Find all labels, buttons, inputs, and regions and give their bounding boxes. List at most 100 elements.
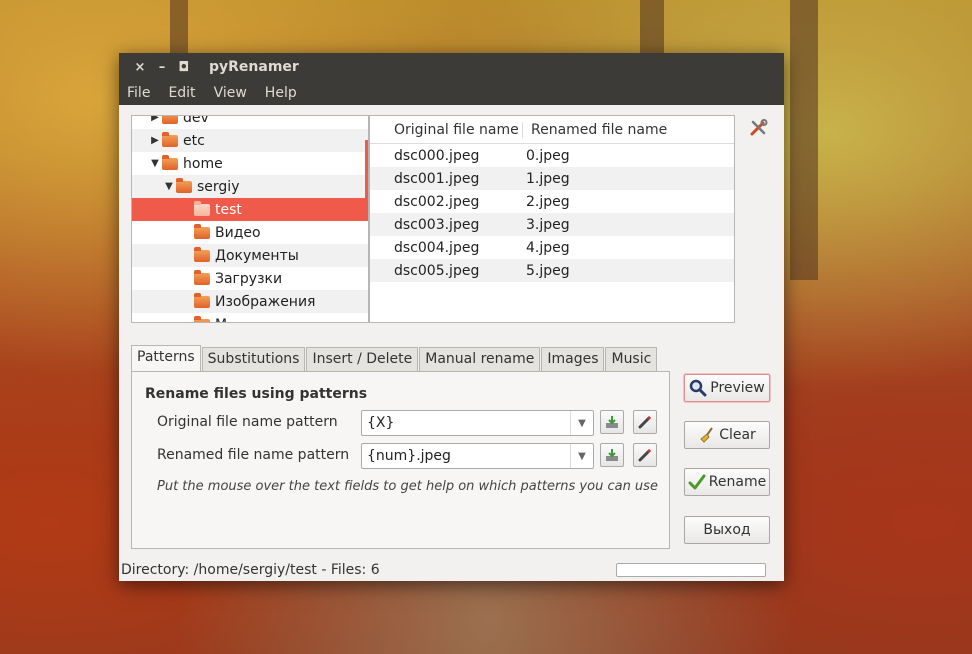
maximize-window-button[interactable]: ◘ — [173, 60, 195, 75]
renamed-name-cell: 3.jpeg — [526, 216, 570, 233]
tab-substitutions[interactable]: Substitutions — [201, 347, 306, 373]
preview-button[interactable]: Preview — [684, 374, 770, 402]
pencil-icon — [638, 415, 652, 429]
tree-item-music[interactable]: М — [132, 313, 368, 323]
edit-pattern-button[interactable] — [633, 410, 657, 434]
tab-music[interactable]: Music — [605, 347, 658, 373]
folder-icon — [194, 200, 210, 216]
tree-item-label: Загрузки — [215, 270, 283, 287]
menu-bar: File Edit View Help — [119, 81, 784, 105]
tree-item-dev[interactable]: ▶ dev — [132, 116, 368, 129]
tree-item-label: Документы — [215, 247, 299, 264]
menu-view[interactable]: View — [205, 85, 256, 101]
tree-item-downloads[interactable]: Загрузки — [132, 267, 368, 290]
table-row[interactable]: dsc004.jpeg 4.jpeg — [370, 236, 734, 259]
folder-icon — [194, 246, 210, 262]
tools-icon[interactable] — [749, 118, 769, 138]
tree-item-label: Изображения — [215, 293, 316, 310]
tree-item-label: etc — [183, 132, 205, 149]
rename-button[interactable]: Rename — [684, 468, 770, 496]
minimize-window-button[interactable]: – — [151, 60, 173, 75]
tree-item-sergiy[interactable]: ▼ sergiy — [132, 175, 368, 198]
title-bar: × – ◘ pyRenamer — [119, 53, 784, 81]
save-icon — [606, 449, 618, 461]
tree-item-home[interactable]: ▼ home — [132, 152, 368, 175]
pencil-icon — [638, 448, 652, 462]
table-row[interactable]: dsc005.jpeg 5.jpeg — [370, 259, 734, 282]
menu-file[interactable]: File — [119, 85, 159, 101]
close-window-button[interactable]: × — [129, 60, 151, 75]
folder-icon — [194, 269, 210, 285]
edit-pattern-button[interactable] — [633, 443, 657, 467]
tree-item-label: М — [215, 317, 227, 323]
save-pattern-button[interactable] — [600, 443, 624, 467]
save-pattern-button[interactable] — [600, 410, 624, 434]
magnifier-icon — [690, 379, 707, 397]
broom-icon — [700, 427, 714, 443]
tree-item-video[interactable]: Видео — [132, 221, 368, 244]
column-original-name[interactable]: Original file name — [370, 121, 523, 138]
folder-icon — [194, 315, 210, 322]
exit-button[interactable]: Выход — [684, 516, 770, 544]
tab-patterns[interactable]: Patterns — [131, 345, 201, 373]
table-row[interactable]: dsc003.jpeg 3.jpeg — [370, 213, 734, 236]
directory-tree[interactable]: ▶ dev ▶ etc ▼ home ▼ sergiy test Видео Д… — [131, 115, 369, 323]
tab-images[interactable]: Images — [541, 347, 605, 373]
patterns-panel: Rename files using patterns Original fil… — [131, 371, 670, 549]
tab-insert-delete[interactable]: Insert / Delete — [306, 347, 419, 373]
collapse-arrow-icon[interactable]: ▼ — [148, 158, 162, 169]
tree-item-documents[interactable]: Документы — [132, 244, 368, 267]
expand-arrow-icon[interactable]: ▶ — [148, 135, 162, 146]
original-pattern-input[interactable]: {X} — [362, 415, 570, 431]
rename-button-label: Rename — [708, 474, 767, 490]
tree-item-label: home — [183, 155, 223, 172]
tree-item-test[interactable]: test — [132, 198, 368, 221]
tree-item-images[interactable]: Изображения — [132, 290, 368, 313]
menu-edit[interactable]: Edit — [159, 85, 204, 101]
original-name-cell: dsc002.jpeg — [394, 193, 480, 210]
column-renamed-name[interactable]: Renamed file name — [523, 122, 667, 138]
table-row[interactable]: dsc001.jpeg 1.jpeg — [370, 167, 734, 190]
file-list[interactable]: Original file name Renamed file name dsc… — [369, 115, 735, 323]
original-name-cell: dsc003.jpeg — [394, 216, 480, 233]
original-name-cell: dsc005.jpeg — [394, 262, 480, 279]
tree-scrollbar[interactable] — [365, 140, 368, 210]
pattern-hint: Put the mouse over the text fields to ge… — [157, 479, 658, 494]
clear-button[interactable]: Clear — [684, 421, 770, 449]
tree-item-etc[interactable]: ▶ etc — [132, 129, 368, 152]
preview-button-label: Preview — [710, 380, 765, 396]
original-name-cell: dsc004.jpeg — [394, 239, 480, 256]
table-row[interactable]: dsc000.jpeg 0.jpeg — [370, 144, 734, 167]
renamed-name-cell: 1.jpeg — [526, 170, 570, 187]
background-tree-trunk — [790, 0, 818, 280]
panel-title: Rename files using patterns — [145, 386, 368, 402]
tab-manual-rename[interactable]: Manual rename — [419, 347, 541, 373]
folder-icon — [194, 292, 210, 308]
original-pattern-label: Original file name pattern — [157, 414, 338, 430]
table-row[interactable]: dsc002.jpeg 2.jpeg — [370, 190, 734, 213]
save-icon — [606, 416, 618, 428]
folder-icon — [162, 116, 178, 124]
checkmark-icon — [688, 474, 706, 490]
renamed-name-cell: 4.jpeg — [526, 239, 570, 256]
file-list-header: Original file name Renamed file name — [370, 116, 734, 144]
exit-button-label: Выход — [703, 522, 751, 538]
expand-arrow-icon[interactable]: ▶ — [148, 116, 162, 123]
original-name-cell: dsc001.jpeg — [394, 170, 480, 187]
original-pattern-combo[interactable]: {X} ▼ — [361, 410, 594, 436]
progress-bar — [616, 563, 766, 577]
folder-icon — [162, 131, 178, 147]
tree-item-label: test — [215, 201, 242, 218]
chevron-down-icon[interactable]: ▼ — [570, 444, 593, 468]
folder-icon — [176, 177, 192, 193]
renamed-pattern-input[interactable]: {num}.jpeg — [362, 448, 570, 464]
window-title: pyRenamer — [209, 59, 299, 75]
clear-button-label: Clear — [719, 427, 756, 443]
status-bar: Directory: /home/sergiy/test - Files: 6 — [119, 559, 784, 581]
chevron-down-icon[interactable]: ▼ — [570, 411, 593, 435]
tab-bar: Patterns Substitutions Insert / Delete M… — [131, 345, 658, 373]
renamed-pattern-combo[interactable]: {num}.jpeg ▼ — [361, 443, 594, 469]
collapse-arrow-icon[interactable]: ▼ — [162, 181, 176, 192]
menu-help[interactable]: Help — [256, 85, 306, 101]
folder-icon — [162, 154, 178, 170]
